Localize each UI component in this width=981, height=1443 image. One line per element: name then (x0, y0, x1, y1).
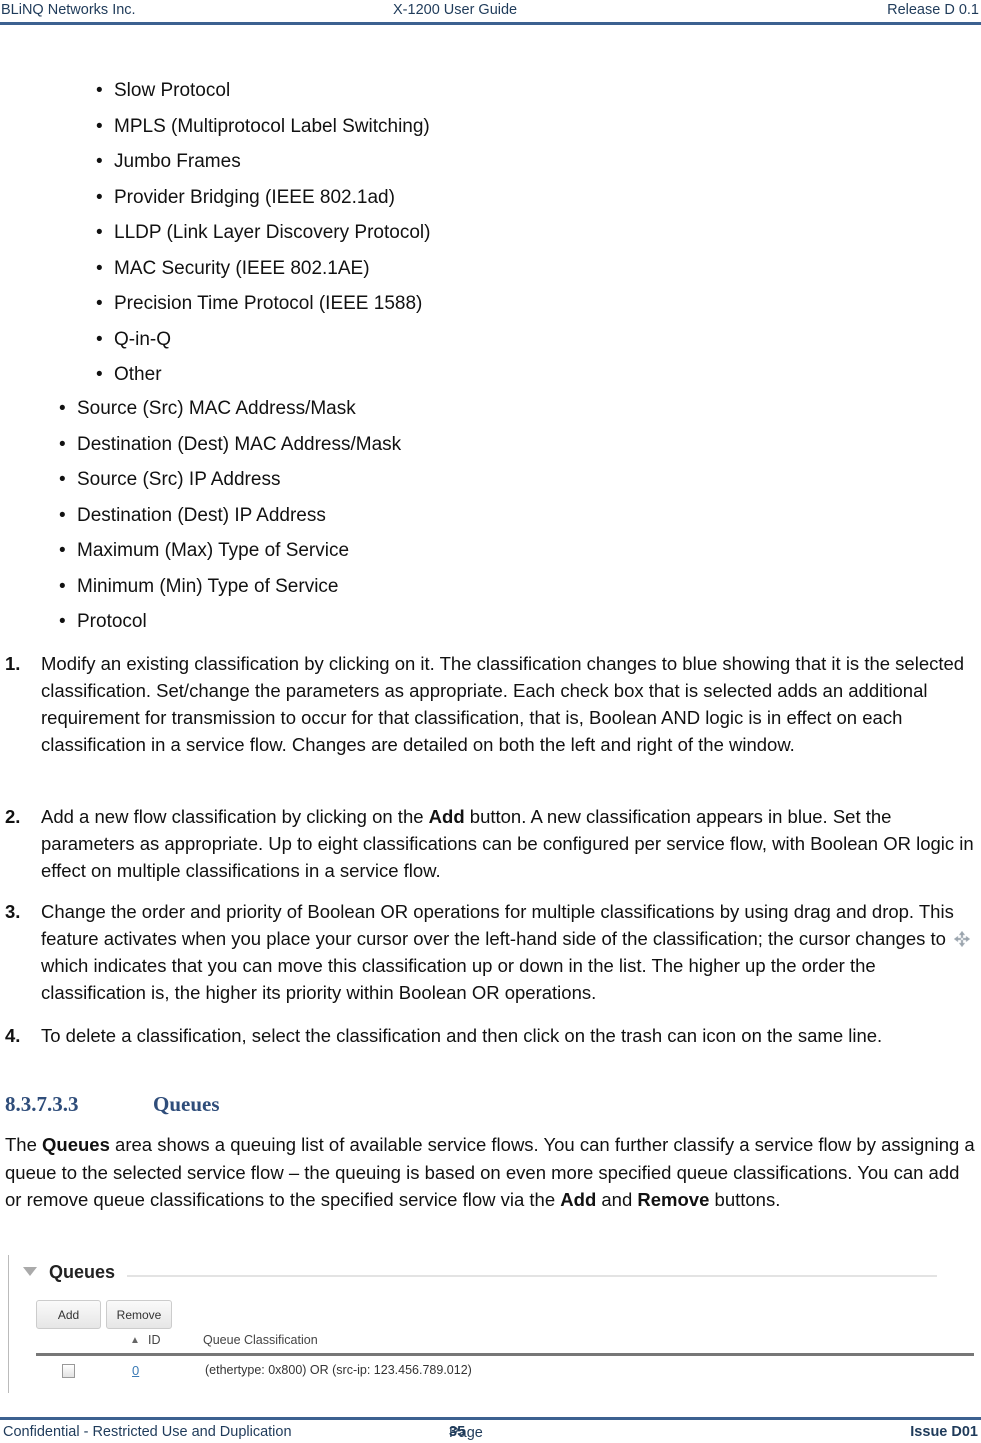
bullet-text: Q-in-Q (114, 328, 171, 350)
step-number: 2. (5, 806, 21, 827)
bullet-icon: • (96, 257, 103, 279)
bullet-icon: • (59, 398, 66, 419)
bullet-text: Minimum (Min) Type of Service (77, 575, 339, 597)
bullet-text: Slow Protocol (114, 80, 231, 101)
remove-term: Remove (637, 1189, 710, 1210)
header-release: Release D 0.1 (887, 2, 979, 18)
column-header-queue-classification[interactable]: Queue Classification (203, 1333, 318, 1347)
step-1: 1. Modify an existing classification by … (5, 650, 977, 758)
bullet-text: Provider Bridging (IEEE 802.1ad) (114, 186, 395, 208)
bullet-icon: • (59, 540, 66, 561)
footer-issue: Issue D01 (910, 1424, 978, 1440)
title-divider (127, 1275, 937, 1277)
bullet-icon: • (96, 115, 103, 137)
step-text: Add a new flow classification by clickin… (41, 806, 974, 881)
add-term: Add (428, 806, 465, 827)
bullet-icon: • (59, 433, 66, 455)
header-doc-title: X-1200 User Guide (393, 2, 518, 18)
bullet-icon: • (96, 293, 103, 314)
queues-panel-title: Queues (49, 1262, 116, 1282)
bullet-text: Destination (Dest) IP Address (77, 504, 326, 526)
bullet-icon: • (96, 364, 103, 385)
footer-confidential: Confidential - Restricted Use and Duplic… (3, 1424, 292, 1440)
table-header-rule (36, 1353, 974, 1356)
bullet-icon: • (96, 328, 103, 350)
header-company: BLiNQ Networks Inc. (1, 2, 136, 18)
bullet-text: Destination (Dest) MAC Address/Mask (77, 433, 402, 455)
page-footer: Confidential - Restricted Use and Duplic… (0, 1423, 981, 1443)
bullet-icon: • (59, 611, 66, 632)
step-text: To delete a classification, select the c… (41, 1025, 883, 1046)
row-id-link[interactable]: 0 (132, 1363, 139, 1378)
step-number: 3. (5, 901, 21, 922)
footer-page: Page 35 (449, 1424, 483, 1441)
remove-button[interactable]: Remove (106, 1300, 172, 1329)
bullet-icon: • (59, 504, 66, 526)
bullet-icon: • (96, 186, 103, 208)
row-queue-classification: (ethertype: 0x800) OR (src-ip: 123.456.7… (205, 1363, 472, 1377)
bullet-text: Precision Time Protocol (IEEE 1588) (114, 293, 423, 314)
bullet-text: MPLS (Multiprotocol Label Switching) (114, 115, 430, 137)
column-header-id[interactable]: ID (148, 1333, 161, 1347)
queues-term: Queues (42, 1134, 110, 1155)
step-number: 1. (5, 653, 21, 674)
section-title: Queues (153, 1092, 220, 1116)
add-button[interactable]: Add (36, 1300, 101, 1329)
bullet-text: MAC Security (IEEE 802.1AE) (114, 257, 370, 279)
step-3: 3. Change the order and priority of Bool… (5, 898, 977, 1006)
bullet-text: Protocol (77, 611, 147, 632)
bullet-text: Jumbo Frames (114, 151, 241, 172)
bullet-text: Maximum (Max) Type of Service (77, 540, 350, 561)
triangle-down-icon[interactable] (23, 1267, 37, 1276)
bullet-text: Source (Src) IP Address (77, 469, 281, 490)
bullet-icon: • (96, 151, 103, 172)
row-checkbox[interactable] (62, 1364, 75, 1378)
step-number: 4. (5, 1025, 21, 1046)
bullet-text: Source (Src) MAC Address/Mask (77, 398, 356, 419)
header-rule (0, 22, 981, 25)
step-2: 2. Add a new flow classification by clic… (5, 803, 977, 884)
queues-panel-screenshot: Queues Add Remove ▲ ID Queue Classificat… (8, 1255, 974, 1393)
move-cursor-icon (953, 928, 971, 948)
queues-description: The Queues area shows a queuing list of … (5, 1134, 975, 1210)
bullet-text: Other (114, 364, 162, 385)
step-text: Modify an existing classification by cli… (41, 653, 965, 755)
page-header: BLiNQ Networks Inc. X-1200 User Guide Re… (0, 0, 981, 22)
step-4: 4. To delete a classification, select th… (5, 1022, 977, 1049)
bullet-text: LLDP (Link Layer Discovery Protocol) (114, 222, 431, 243)
bullet-icon: • (96, 222, 103, 243)
section-number: 8.3.7.3.3 (5, 1092, 79, 1116)
footer-rule (0, 1417, 981, 1420)
step-text: Change the order and priority of Boolean… (41, 898, 977, 1006)
bullet-icon: • (59, 469, 66, 490)
bullet-icon: • (96, 80, 103, 101)
sort-ascending-icon[interactable]: ▲ (130, 1335, 140, 1346)
add-term: Add (560, 1189, 597, 1210)
bullet-icon: • (59, 575, 66, 597)
